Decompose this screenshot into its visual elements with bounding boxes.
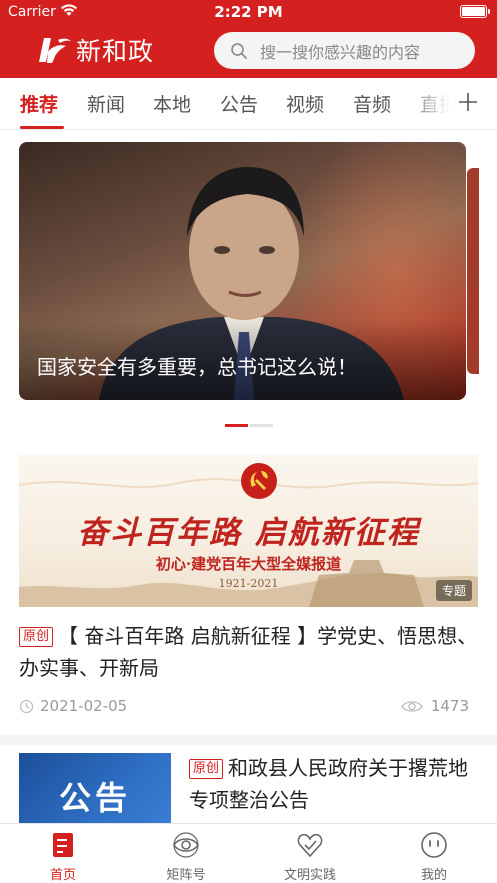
carousel-dot [250,424,273,427]
tabs-fade [400,78,450,128]
tab-news[interactable]: 新闻 [87,90,125,117]
category-tabs: 推荐 新闻 本地 公告 视频 音频 直播 [0,78,497,130]
battery-icon [460,5,490,18]
nav-label-mine: 我的 [420,868,447,883]
carousel-dot-active [225,424,248,427]
app-logo-icon [39,38,71,63]
article-title: 【 奋斗百年路 启航新征程 】学党史、悟思想、办实事、开新局 [19,624,478,680]
nav-label-matrix: 矩阵号 [166,868,206,883]
search-icon [231,42,247,59]
tab-recommend[interactable]: 推荐 [20,90,58,117]
original-badge: 原创 [19,627,54,647]
search-bar[interactable]: 搜一搜你感兴趣的内容 [214,32,475,69]
carousel-slide[interactable]: 国家安全有多重要，总书记这么说！ [19,142,466,400]
nav-matrix[interactable]: 矩阵号 [146,830,226,883]
home-icon [53,833,73,857]
status-bar: Carrier 2:22 PM [0,0,497,24]
bottom-navigation: 首页 矩阵号 文明实践 我的 [0,823,497,883]
article-title: 和政县人民政府关于撂荒地专项整治公告 [189,756,469,812]
nav-label-home: 首页 [49,868,76,883]
tab-announcements[interactable]: 公告 [220,90,258,117]
add-channel-icon[interactable] [456,88,480,116]
featured-banner[interactable]: 奋斗百年路 启航新征程 初心·建党百年大型全媒报道 1921-2021 专题 [19,455,478,607]
heart-icon [297,833,323,858]
app-brand[interactable]: 新和政 [38,33,154,67]
tab-video[interactable]: 视频 [286,90,324,117]
article-date: 2021-02-05 [40,697,128,715]
carousel-caption: 国家安全有多重要，总书记这么说！ [37,355,357,379]
banner-years: 1921-2021 [218,577,279,590]
article-thumbnail[interactable]: 公告 [19,753,171,833]
section-divider [0,735,497,745]
banner-headline: 奋斗百年路 启航新征程 [77,515,420,551]
views-icon [401,701,423,712]
app-header: Carrier 2:22 PM 新和政 搜一搜你感兴趣的内容 [0,0,497,78]
view-count: 1473 [430,697,469,715]
banner-subtitle: 初心·建党百年大型全媒报道 [155,555,342,573]
nav-label-civilization: 文明实践 [283,868,336,883]
topic-tag: 专题 [435,580,472,601]
featured-article-title[interactable]: 原创【 奋斗百年路 启航新征程 】学党史、悟思想、办实事、开新局 [19,620,479,684]
search-placeholder: 搜一搜你感兴趣的内容 [260,42,421,62]
smiley-icon [421,832,447,858]
article-meta: 2021-02-05 1473 [19,697,469,717]
party-emblem-icon [241,463,277,499]
eye-icon [173,832,199,858]
nav-mine[interactable]: 我的 [394,830,474,883]
tab-audio[interactable]: 音频 [353,90,391,117]
original-badge: 原创 [189,759,224,779]
nav-civilization[interactable]: 文明实践 [270,830,350,883]
app-name: 新和政 [76,37,155,66]
active-tab-indicator [20,126,64,129]
thumbnail-text: 公告 [58,779,131,817]
clock-time: 2:22 PM [214,3,283,21]
carousel-next-slide-peek[interactable] [467,168,479,374]
carousel-page-indicator [225,424,273,427]
tab-local[interactable]: 本地 [153,90,191,117]
list-item-article[interactable]: 原创 和政县人民政府关于撂荒地专项整治公告 [189,752,479,816]
nav-home[interactable]: 首页 [23,830,103,883]
clock-icon [19,699,34,714]
